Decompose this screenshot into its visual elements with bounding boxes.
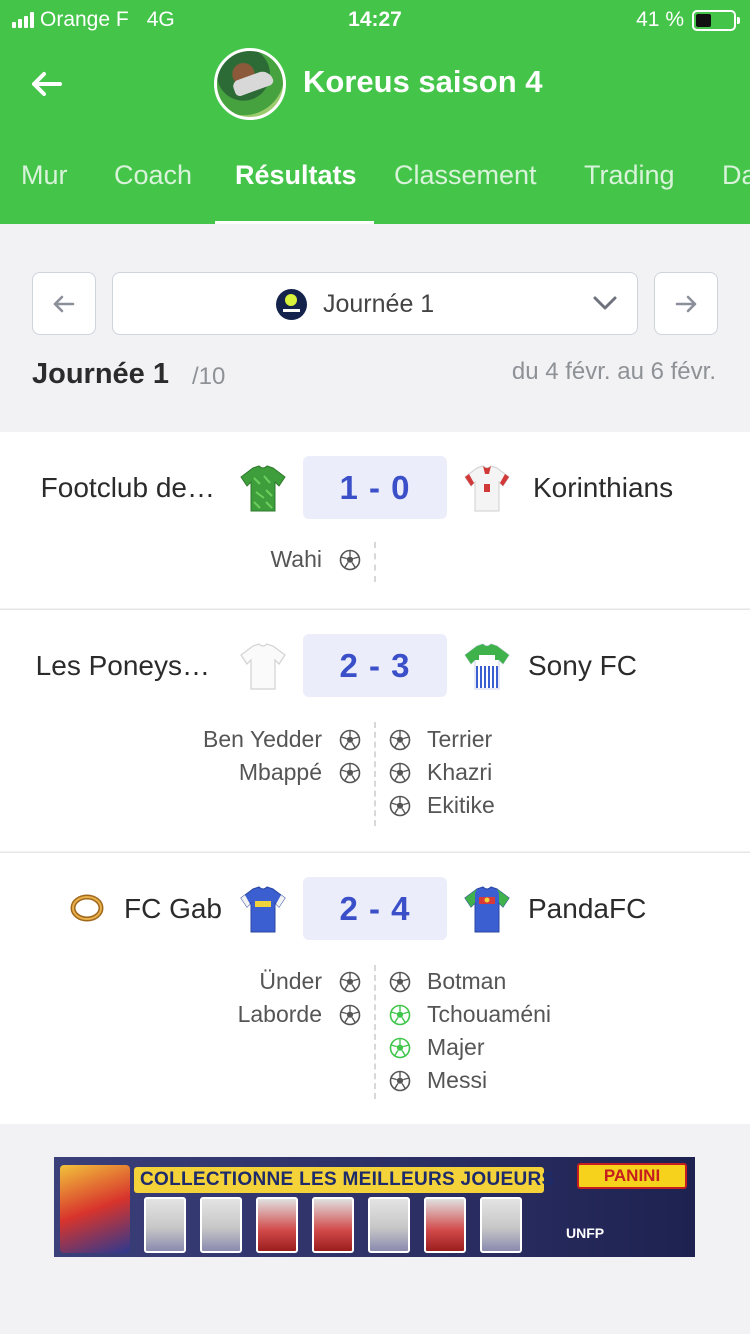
tab-trading[interactable]: Trading bbox=[584, 160, 675, 191]
white-red-shirt-icon bbox=[464, 465, 510, 512]
player-sticker bbox=[144, 1197, 186, 1253]
round-total: /10 bbox=[192, 363, 226, 390]
blue-green-shirt-icon bbox=[464, 886, 510, 933]
soccer-ball-icon bbox=[389, 795, 411, 817]
soccer-ball-icon bbox=[389, 971, 411, 993]
away-scorer: Ekitike bbox=[427, 792, 495, 818]
panini-logo: PANINI bbox=[577, 1163, 687, 1189]
away-scorer: Khazri bbox=[427, 759, 493, 785]
bonus-soccer-ball-icon bbox=[389, 1004, 411, 1026]
banner-headline: COLLECTIONNE LES MEILLEURS JOUEURS bbox=[140, 1169, 555, 1190]
match-score: 2 - 4 bbox=[303, 877, 447, 940]
bonus-soccer-ball-icon bbox=[389, 1037, 411, 1059]
match-card[interactable]: FC Gab 2 - 4 PandaFC Ünder Laborde Botma… bbox=[0, 852, 750, 1124]
round-dates: du 4 févr. au 6 févr. bbox=[511, 358, 716, 385]
league-avatar[interactable] bbox=[214, 48, 286, 120]
match-card[interactable]: Les Poneys… 2 - 3 Sony FC Ben Yedder Mba… bbox=[0, 609, 750, 851]
soccer-ball-icon bbox=[339, 762, 361, 784]
unfp-logo: UNFP bbox=[566, 1225, 605, 1241]
white-shirt-icon bbox=[240, 643, 286, 690]
app-header: Orange F 4G 14:27 41 % Koreus saison 4 M… bbox=[0, 0, 750, 224]
round-title: Journée 1 bbox=[32, 358, 169, 390]
round-select-value: Journée 1 bbox=[323, 290, 435, 318]
soccer-ball-icon bbox=[339, 1004, 361, 1026]
away-scorer: Tchouaméni bbox=[427, 1001, 552, 1027]
player-sticker bbox=[368, 1197, 410, 1253]
home-team-name: Footclub de… bbox=[40, 472, 215, 503]
away-scorer: Messi bbox=[427, 1067, 488, 1093]
back-button[interactable] bbox=[28, 66, 68, 102]
match-score: 2 - 3 bbox=[303, 634, 447, 697]
sticker-pack-image bbox=[60, 1165, 130, 1253]
away-team-name: Sony FC bbox=[528, 650, 637, 681]
player-sticker bbox=[312, 1197, 354, 1253]
soccer-ball-icon bbox=[389, 729, 411, 751]
club-sticker bbox=[424, 1197, 466, 1253]
match-score: 1 - 0 bbox=[303, 456, 447, 519]
previous-round-button[interactable] bbox=[32, 272, 96, 335]
away-scorer: Majer bbox=[427, 1034, 485, 1060]
soccer-ball-icon bbox=[389, 1070, 411, 1092]
arrow-left-icon bbox=[32, 72, 62, 96]
soccer-ball-icon bbox=[339, 971, 361, 993]
tab-overflow[interactable]: Da bbox=[722, 160, 750, 191]
status-bar: Orange F 4G 14:27 41 % bbox=[0, 0, 750, 42]
arrow-left-icon bbox=[53, 295, 75, 312]
green-blue-shirt-icon bbox=[464, 643, 510, 690]
home-scorer: Laborde bbox=[237, 1001, 322, 1027]
battery-icon bbox=[692, 9, 740, 31]
soccer-ball-icon bbox=[389, 762, 411, 784]
soccer-ball-icon bbox=[339, 549, 361, 571]
tab-classement[interactable]: Classement bbox=[394, 160, 537, 191]
tab-coach[interactable]: Coach bbox=[114, 160, 192, 191]
league-title: Koreus saison 4 bbox=[303, 64, 543, 99]
home-scorer: Wahi bbox=[270, 546, 322, 572]
round-select[interactable]: Journée 1 bbox=[112, 272, 638, 335]
player-sticker bbox=[200, 1197, 242, 1253]
blue-shirt-icon bbox=[240, 886, 286, 933]
battery-info: 41 % bbox=[636, 8, 740, 32]
soccer-ball-icon bbox=[339, 729, 361, 751]
panini-ad-banner[interactable]: COLLECTIONNE LES MEILLEURS JOUEURS PANIN… bbox=[54, 1157, 695, 1257]
match-card[interactable]: Footclub de… 1 - 0 Korinthians Wahi bbox=[0, 432, 750, 608]
scorers-divider bbox=[374, 722, 376, 826]
player-sticker bbox=[480, 1197, 522, 1253]
green-shirt-icon bbox=[240, 465, 286, 512]
active-tab-indicator bbox=[215, 221, 374, 224]
home-scorer: Ünder bbox=[259, 968, 322, 994]
home-team-name: FC Gab bbox=[123, 893, 222, 924]
scorers-divider bbox=[374, 965, 376, 1099]
away-team-name: PandaFC bbox=[528, 893, 647, 924]
ligue1-logo-icon bbox=[276, 289, 307, 320]
away-team-name: Korinthians bbox=[533, 472, 674, 503]
away-scorer: Botman bbox=[427, 968, 507, 994]
away-scorer: Terrier bbox=[427, 726, 493, 752]
arrow-right-icon bbox=[675, 295, 697, 312]
home-scorer: Mbappé bbox=[238, 759, 322, 785]
home-team-name: Les Poneys… bbox=[35, 650, 210, 681]
battery-percent: 41 % bbox=[636, 8, 684, 31]
ring-icon bbox=[70, 894, 104, 922]
home-scorer: Ben Yedder bbox=[203, 726, 322, 752]
tab-mur[interactable]: Mur bbox=[21, 160, 68, 191]
player-sticker bbox=[256, 1197, 298, 1253]
tab-resultats[interactable]: Résultats bbox=[235, 160, 357, 191]
scorers-divider bbox=[374, 542, 376, 582]
tab-bar: Mur Coach Résultats Classement Trading D… bbox=[0, 150, 750, 224]
next-round-button[interactable] bbox=[654, 272, 718, 335]
chevron-down-icon bbox=[593, 296, 617, 310]
sticker-cards bbox=[144, 1197, 522, 1253]
